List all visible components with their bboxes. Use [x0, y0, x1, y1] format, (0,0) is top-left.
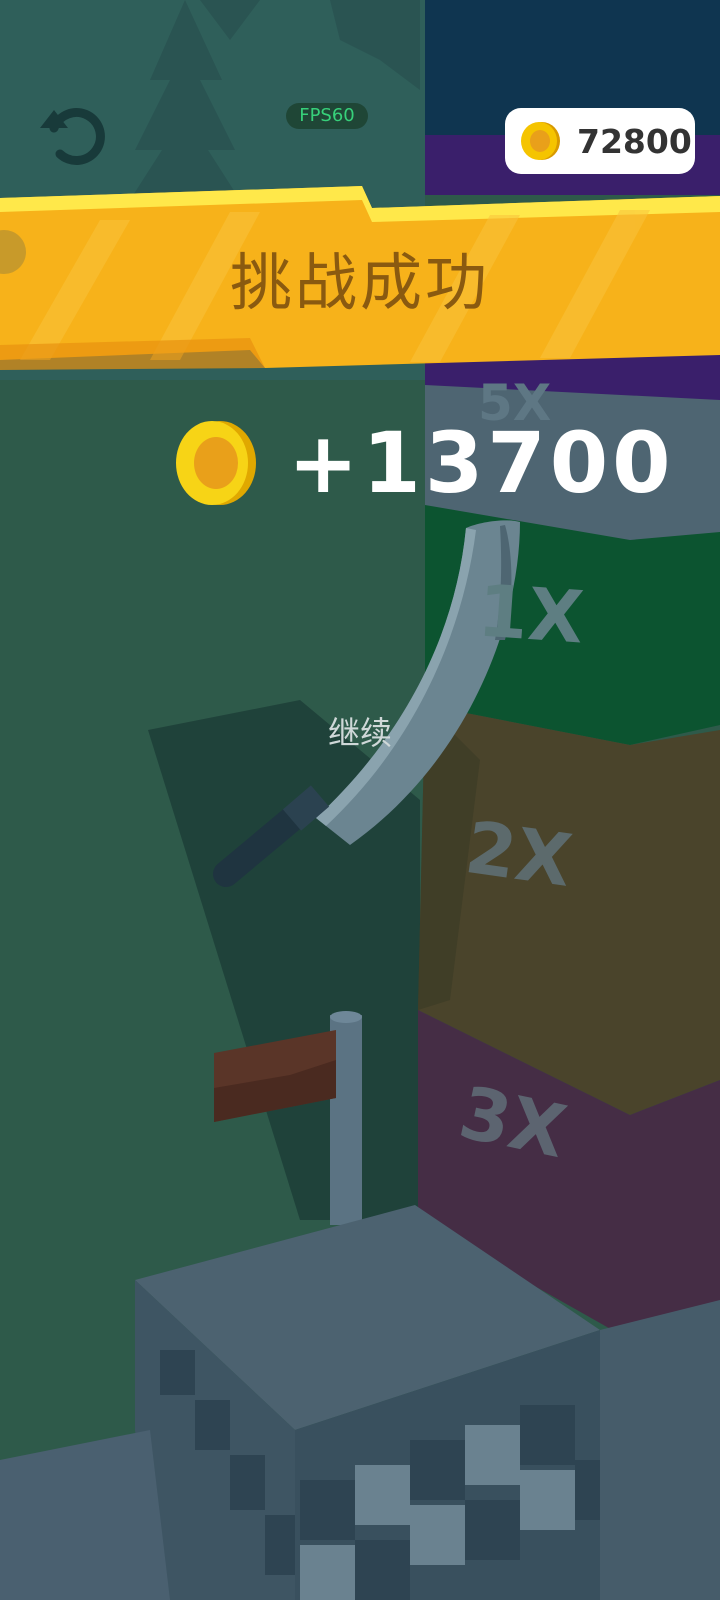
reward-display: +13700	[170, 414, 675, 512]
banner-title: 挑战成功	[229, 246, 490, 319]
continue-button[interactable]: 继续	[310, 708, 410, 754]
coin-total: 72800	[577, 121, 692, 161]
multiplier-label: 2X	[460, 805, 577, 903]
coin-balance[interactable]: 72800	[505, 108, 695, 174]
restart-button[interactable]	[36, 100, 106, 170]
coin-icon	[176, 421, 256, 505]
reward-amount: +13700	[288, 414, 675, 512]
fps-counter: FPS60	[286, 103, 368, 129]
coin-icon	[521, 122, 560, 160]
multiplier-label: 1X	[475, 568, 587, 660]
restart-icon	[40, 108, 105, 165]
